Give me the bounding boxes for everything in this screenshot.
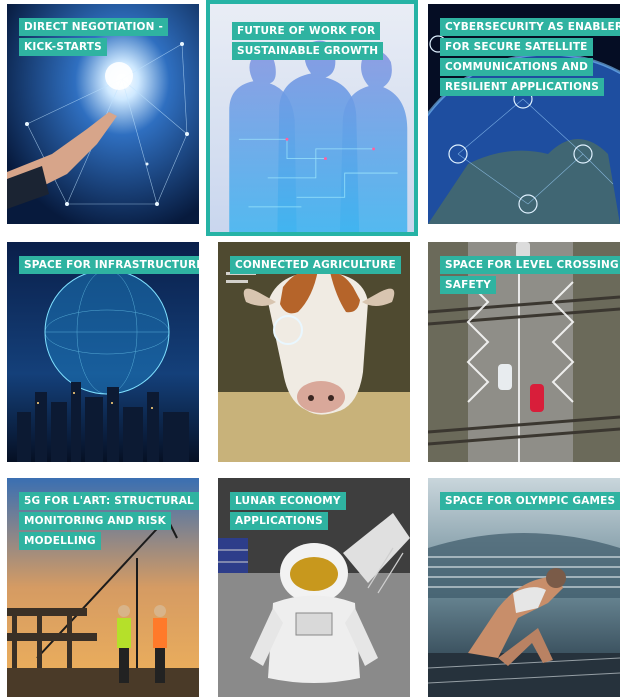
tile-labels: LUNAR ECONOMY APPLICATIONS [230,492,400,532]
tile-future-of-work[interactable]: FUTURE OF WORK FOR SUSTAINABLE GROWTH [206,0,418,236]
tile-direct-negotiation[interactable]: DIRECT NEGOTIATION - KICK-STARTS [7,4,199,224]
tile-label-line: DIRECT NEGOTIATION - [19,18,169,36]
tile-label-line: SPACE FOR OLYMPIC GAMES [440,492,620,510]
tile-connected-agriculture[interactable]: CONNECTED AGRICULTURE [218,242,410,462]
tile-label-line: LUNAR ECONOMY [230,492,346,510]
tile-label-line: CONNECTED AGRICULTURE [230,256,401,274]
tile-labels: 5G FOR L'ART: STRUCTURAL MONITORING AND … [19,492,199,552]
tile-labels: SPACE FOR INFRASTRUCTURE [19,256,199,276]
tile-space-infrastructure[interactable]: SPACE FOR INFRASTRUCTURE [7,242,199,462]
tile-lunar-economy[interactable]: LUNAR ECONOMY APPLICATIONS [218,478,410,697]
tile-label-line: FUTURE OF WORK FOR [232,22,381,40]
tile-label-line: 5G FOR L'ART: STRUCTURAL [19,492,199,510]
tile-level-crossing[interactable]: SPACE FOR LEVEL CROSSING SAFETY [428,242,620,462]
tile-labels: DIRECT NEGOTIATION - KICK-STARTS [19,18,189,58]
tile-label-line: SPACE FOR LEVEL CROSSING [440,256,620,274]
tile-label-line: KICK-STARTS [19,38,107,56]
tile-label-line: SAFETY [440,276,496,294]
tile-olympic-games[interactable]: SPACE FOR OLYMPIC GAMES [428,478,620,697]
tile-label-line: SUSTAINABLE GROWTH [232,42,384,60]
tile-labels: FUTURE OF WORK FOR SUSTAINABLE GROWTH [232,22,404,62]
tile-label-line: MONITORING AND RISK [19,512,171,530]
tile-label-line: RESILIENT APPLICATIONS [440,78,604,96]
tile-label-line: APPLICATIONS [230,512,328,530]
tile-label-line: SPACE FOR INFRASTRUCTURE [19,256,199,274]
tile-label-line: COMMUNICATIONS AND [440,58,593,76]
tile-5g-art[interactable]: 5G FOR L'ART: STRUCTURAL MONITORING AND … [7,478,199,697]
tile-labels: SPACE FOR LEVEL CROSSING SAFETY [440,256,620,296]
tile-labels: CONNECTED AGRICULTURE [230,256,401,276]
tile-label-line: MODELLING [19,532,101,550]
tile-labels: SPACE FOR OLYMPIC GAMES [440,492,620,512]
tile-cybersecurity[interactable]: CYBERSECURITY AS ENABLER FOR SECURE SATE… [428,4,620,224]
tile-labels: CYBERSECURITY AS ENABLER FOR SECURE SATE… [440,18,620,98]
tile-label-line: FOR SECURE SATELLITE [440,38,593,56]
tile-label-line: CYBERSECURITY AS ENABLER [440,18,620,36]
